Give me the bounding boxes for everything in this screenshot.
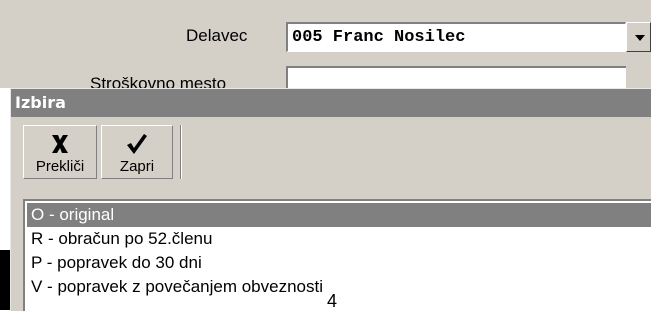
x-icon	[52, 135, 68, 153]
cost-center-dropdown-button[interactable]	[626, 66, 651, 90]
list-item[interactable]: R - obračun po 52.členu	[27, 227, 651, 251]
dialog-titlebar[interactable]: Izbira	[11, 89, 651, 117]
chevron-down-icon[interactable]	[626, 22, 651, 52]
cancel-label: Prekliči	[35, 158, 85, 175]
list-item[interactable]: O - original	[27, 203, 651, 227]
close-label: Zapri	[119, 158, 155, 175]
window-edge	[0, 250, 10, 310]
cancel-button[interactable]: Prekliči	[23, 125, 97, 179]
checkmark-icon	[127, 134, 147, 154]
toolbar-divider	[180, 125, 182, 179]
list-item[interactable]: P - popravek do 30 dni	[27, 251, 651, 275]
worker-value: 005 Franc Nosilec	[292, 28, 466, 47]
worker-label: Delavec	[186, 26, 248, 45]
cost-center-field[interactable]	[286, 66, 626, 90]
close-button[interactable]: Zapri	[101, 125, 173, 179]
selection-dialog: Izbira Prekliči Zapri O - original R - o…	[10, 88, 651, 311]
employee-form: Delavec 005 Franc Nosilec Stroškovno mes…	[0, 0, 651, 93]
page-number: 4	[325, 291, 340, 311]
dialog-title: Izbira	[15, 93, 66, 112]
worker-combobox[interactable]: 005 Franc Nosilec	[286, 22, 626, 52]
